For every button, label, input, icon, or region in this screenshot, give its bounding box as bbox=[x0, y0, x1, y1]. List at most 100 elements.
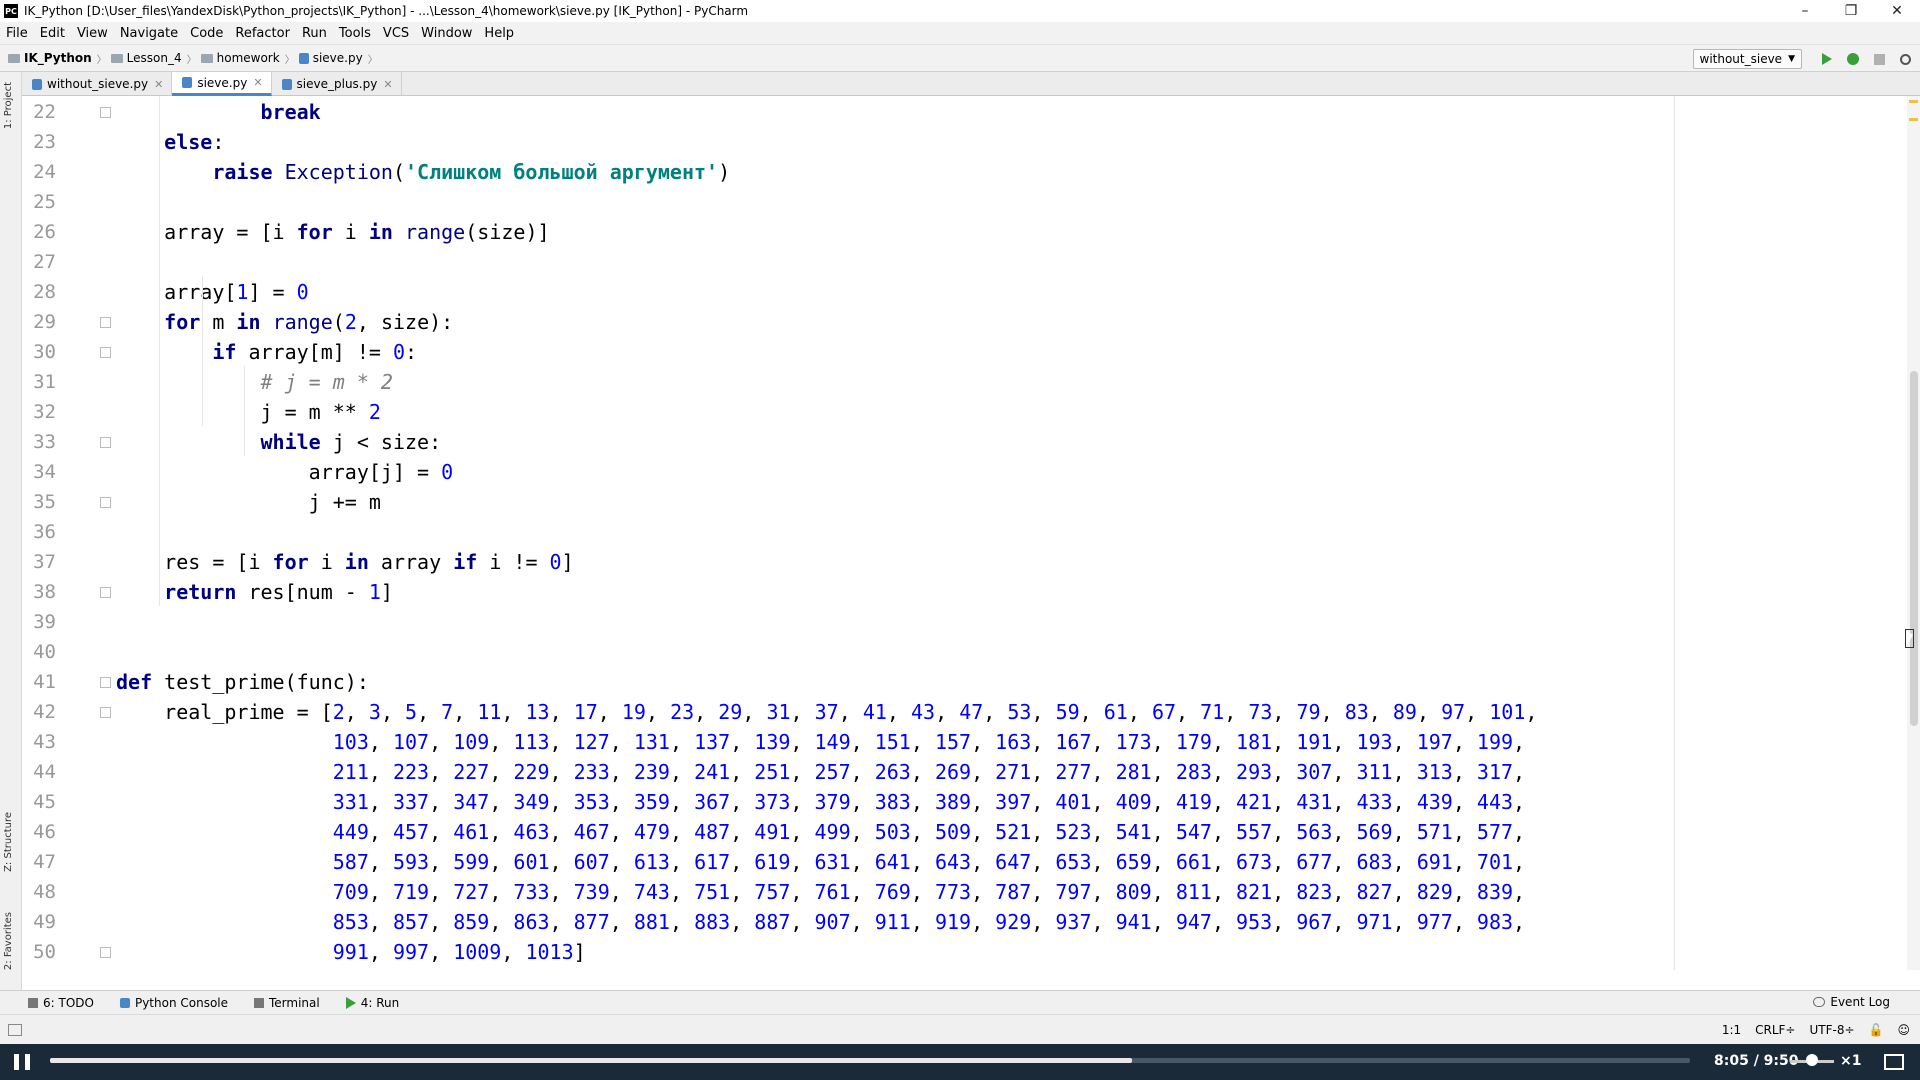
menu-view[interactable]: View bbox=[77, 26, 108, 41]
todo-tool-button[interactable]: 6: TODO bbox=[28, 996, 94, 1010]
code-line[interactable]: 33 while j < size: bbox=[22, 427, 1674, 457]
code-editor[interactable]: 22 break 23 else: 24 raise Exception('Слиш… bbox=[22, 96, 1674, 970]
breadcrumb-homework[interactable]: homework 〉 bbox=[200, 51, 295, 66]
breadcrumb-project[interactable]: IK_Python 〉 bbox=[8, 51, 107, 66]
menu-code[interactable]: Code bbox=[190, 26, 223, 41]
menu-tools[interactable]: Tools bbox=[339, 26, 371, 41]
code-line[interactable]: 42 real_prime = [2, 3, 5, 7, 11, 13, 17,… bbox=[22, 697, 1674, 727]
warning-marker[interactable] bbox=[1909, 100, 1918, 103]
editor-scrollbar[interactable] bbox=[1907, 96, 1920, 970]
code-line[interactable]: 34 array[j] = 0 bbox=[22, 457, 1674, 487]
project-panel-toggle[interactable]: 1: Project bbox=[3, 82, 14, 129]
code-line[interactable]: 25 bbox=[22, 187, 1674, 217]
code-line[interactable]: 48 709, 719, 727, 733, 739, 743, 751, 75… bbox=[22, 877, 1674, 907]
fold-marker-icon[interactable] bbox=[99, 706, 111, 718]
code-line[interactable]: 45 331, 337, 347, 349, 353, 359, 367, 37… bbox=[22, 787, 1674, 817]
code-line[interactable]: 22 break bbox=[22, 97, 1674, 127]
code-line[interactable]: 36 bbox=[22, 517, 1674, 547]
fullscreen-icon[interactable] bbox=[1884, 1054, 1904, 1070]
close-icon[interactable]: ✕ bbox=[383, 78, 392, 91]
menu-help[interactable]: Help bbox=[484, 26, 514, 41]
lock-icon[interactable]: 🔓 bbox=[1869, 1023, 1884, 1037]
caret-position[interactable]: 1:1 bbox=[1722, 1023, 1741, 1037]
warning-marker[interactable] bbox=[1909, 118, 1918, 121]
tab-sieve-plus[interactable]: sieve_plus.py ✕ bbox=[272, 72, 402, 96]
menu-edit[interactable]: Edit bbox=[40, 26, 65, 41]
code-line[interactable]: 30 if array[m] != 0: bbox=[22, 337, 1674, 367]
tab-sieve[interactable]: sieve.py ✕ bbox=[172, 72, 272, 96]
code-line[interactable]: 35 j += m bbox=[22, 487, 1674, 517]
code-line[interactable]: 26 array = [i for i in range(size)] bbox=[22, 217, 1674, 247]
code-line[interactable]: 41 def test_prime(func): bbox=[22, 667, 1674, 697]
menu-navigate[interactable]: Navigate bbox=[120, 26, 178, 41]
code-line[interactable]: 27 bbox=[22, 247, 1674, 277]
favorites-panel-toggle[interactable]: 2: Favorites bbox=[3, 912, 14, 970]
menu-run[interactable]: Run bbox=[302, 26, 327, 41]
code-line[interactable]: 31 # j = m * 2 bbox=[22, 367, 1674, 397]
search-everywhere-button[interactable] bbox=[1894, 48, 1916, 70]
structure-panel-toggle[interactable]: Z: Structure bbox=[3, 812, 14, 872]
pause-button[interactable] bbox=[14, 1054, 30, 1070]
menu-refactor[interactable]: Refactor bbox=[235, 26, 290, 41]
file-encoding[interactable]: UTF-8÷ bbox=[1809, 1023, 1854, 1037]
close-button[interactable]: ✕ bbox=[1874, 0, 1920, 22]
fold-marker-icon[interactable] bbox=[99, 946, 111, 958]
code-text: 211, 223, 227, 229, 233, 239, 241, 251, … bbox=[332, 760, 1526, 784]
line-number: 37 bbox=[33, 551, 56, 573]
code-line[interactable]: 38 return res[num - 1] bbox=[22, 577, 1674, 607]
stop-button[interactable] bbox=[1868, 48, 1890, 70]
fold-marker-icon[interactable] bbox=[99, 346, 111, 358]
menu-window[interactable]: Window bbox=[421, 26, 472, 41]
tab-label: without_sieve.py bbox=[47, 77, 149, 91]
volume-knob[interactable] bbox=[1806, 1054, 1818, 1066]
minimize-button[interactable]: – bbox=[1782, 0, 1828, 22]
terminal-tool-button[interactable]: Terminal bbox=[254, 996, 320, 1010]
code-line[interactable]: 44 211, 223, 227, 229, 233, 239, 241, 25… bbox=[22, 757, 1674, 787]
menu-vcs[interactable]: VCS bbox=[383, 26, 409, 41]
code-line[interactable]: 39 bbox=[22, 607, 1674, 637]
code-line[interactable]: 43 103, 107, 109, 113, 127, 131, 137, 13… bbox=[22, 727, 1674, 757]
fold-marker-icon[interactable] bbox=[99, 496, 111, 508]
code-line[interactable]: 46 449, 457, 461, 463, 467, 479, 487, 49… bbox=[22, 817, 1674, 847]
menu-file[interactable]: File bbox=[6, 26, 28, 41]
code-line[interactable]: 50 991, 997, 1009, 1013] bbox=[22, 937, 1674, 967]
code-line[interactable]: 40 bbox=[22, 637, 1674, 667]
tab-without-sieve[interactable]: without_sieve.py ✕ bbox=[22, 72, 173, 96]
video-player-bar: 8:05 / 9:50 ×1 bbox=[0, 1044, 1920, 1080]
inspector-icon[interactable]: ☺ bbox=[1897, 1023, 1910, 1037]
fold-marker-icon[interactable] bbox=[99, 586, 111, 598]
line-separator[interactable]: CRLF÷ bbox=[1755, 1023, 1795, 1037]
line-number: 32 bbox=[33, 401, 56, 423]
code-line[interactable]: 32 j = m ** 2 bbox=[22, 397, 1674, 427]
fold-marker-icon[interactable] bbox=[99, 316, 111, 328]
scrollbar-thumb[interactable] bbox=[1910, 371, 1918, 726]
playback-speed[interactable]: ×1 bbox=[1840, 1053, 1861, 1069]
code-line[interactable]: 29 for m in range(2, size): bbox=[22, 307, 1674, 337]
debug-button[interactable] bbox=[1842, 48, 1864, 70]
close-icon[interactable]: ✕ bbox=[154, 78, 163, 91]
fold-marker-icon[interactable] bbox=[99, 106, 111, 118]
code-line[interactable]: 28 array[1] = 0 bbox=[22, 277, 1674, 307]
code-line[interactable]: 49 853, 857, 859, 863, 877, 881, 883, 88… bbox=[22, 907, 1674, 937]
breadcrumb-lesson[interactable]: Lesson_4 〉 bbox=[110, 51, 197, 66]
tool-windows-toggle-icon[interactable] bbox=[8, 1023, 22, 1036]
code-line[interactable]: 23 else: bbox=[22, 127, 1674, 157]
python-file-icon bbox=[298, 52, 309, 64]
python-console-tool-button[interactable]: Python Console bbox=[119, 996, 228, 1010]
line-number: 43 bbox=[33, 731, 56, 753]
event-log-button[interactable]: Event Log bbox=[1813, 995, 1890, 1009]
close-icon[interactable]: ✕ bbox=[253, 76, 262, 89]
indent-guide bbox=[244, 366, 245, 456]
code-line[interactable]: 47 587, 593, 599, 601, 607, 613, 617, 61… bbox=[22, 847, 1674, 877]
code-line[interactable]: 37 res = [i for i in array if i != 0] bbox=[22, 547, 1674, 577]
restore-button[interactable]: ❐ bbox=[1828, 0, 1874, 22]
run-configuration-select[interactable]: without_sieve ▼ bbox=[1692, 49, 1802, 69]
video-progress-track[interactable] bbox=[50, 1058, 1690, 1063]
run-button[interactable] bbox=[1816, 48, 1838, 70]
code-line[interactable]: 24 raise Exception('Слишком большой аргу… bbox=[22, 157, 1674, 187]
run-tool-button[interactable]: 4: Run bbox=[345, 996, 399, 1010]
breadcrumb-file[interactable]: sieve.py 〉 bbox=[298, 51, 378, 66]
fold-marker-icon[interactable] bbox=[99, 436, 111, 448]
tab-label: sieve_plus.py bbox=[296, 77, 378, 91]
fold-marker-icon[interactable] bbox=[99, 676, 111, 688]
